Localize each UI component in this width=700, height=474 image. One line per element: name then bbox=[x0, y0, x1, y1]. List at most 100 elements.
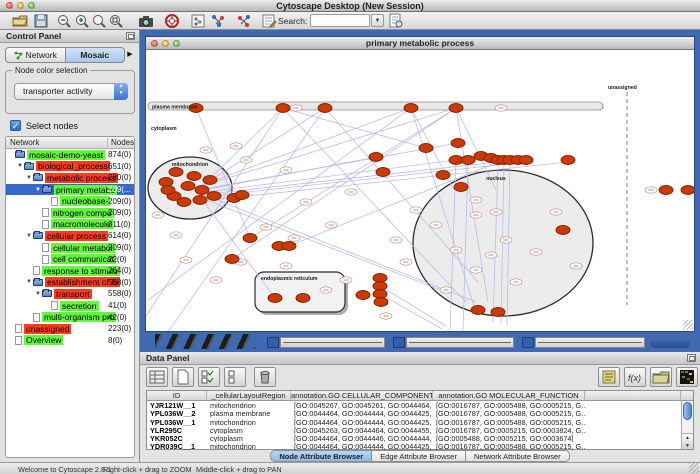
search-dropdown-arrow[interactable]: ▼ bbox=[371, 14, 384, 27]
expand-arrow-icon[interactable]: ▼ bbox=[35, 291, 42, 297]
select-attributes-icon[interactable] bbox=[146, 367, 168, 387]
node-selected[interactable] bbox=[268, 294, 282, 303]
node-selected[interactable] bbox=[374, 298, 388, 307]
node-selected[interactable] bbox=[419, 144, 433, 153]
minimized-window-icon[interactable] bbox=[393, 337, 405, 348]
node-selected[interactable] bbox=[276, 104, 290, 113]
node-selected[interactable] bbox=[436, 171, 450, 180]
tab-scroll-right-icon[interactable]: ▶ bbox=[125, 47, 135, 63]
search-options-icon[interactable] bbox=[388, 13, 404, 29]
table-row-ylr295c[interactable]: YLR295Ccytoplasm[GO:0045263, GO:0044464,… bbox=[147, 426, 693, 434]
node-selected[interactable] bbox=[451, 139, 465, 148]
formula-builder-icon[interactable]: f(x) bbox=[624, 367, 646, 387]
node-selected[interactable] bbox=[318, 104, 332, 113]
help-lifesaver-icon[interactable] bbox=[164, 13, 180, 29]
zoom-in-icon[interactable] bbox=[74, 13, 90, 29]
minimized-window-icon[interactable] bbox=[267, 337, 279, 348]
apply-layout-red-icon[interactable] bbox=[236, 13, 252, 29]
node-selected[interactable] bbox=[161, 186, 175, 195]
tree-row-nitrogen-compo[interactable]: nitrogen compo209(0) bbox=[6, 207, 134, 219]
tree-row-cellular-metabol[interactable]: cellular metabol209(0) bbox=[6, 242, 134, 254]
column-header-annotation-go-molecular-function[interactable]: annotation.GO MOLECULAR_FUNCTION bbox=[433, 391, 585, 400]
node-selected[interactable] bbox=[561, 156, 575, 165]
tree-row-biological-process[interactable]: ▼biological_process651(0) bbox=[6, 161, 134, 173]
minimized-window-titlebar[interactable] bbox=[650, 338, 690, 348]
tree-row-cellular-process[interactable]: ▼cellular process614(0) bbox=[6, 230, 134, 242]
search-input[interactable] bbox=[310, 14, 370, 27]
node-selected[interactable] bbox=[519, 156, 533, 165]
node-selected[interactable] bbox=[556, 226, 570, 235]
node-selected[interactable] bbox=[195, 186, 209, 195]
node-selected[interactable] bbox=[376, 168, 390, 177]
select-nodes-checkbox[interactable]: ✓ bbox=[10, 120, 21, 131]
column-header-id[interactable]: ID bbox=[147, 391, 207, 400]
node-selected[interactable] bbox=[659, 186, 673, 195]
node-selected[interactable] bbox=[449, 104, 463, 113]
tree-row-transport[interactable]: ▼transport558(0) bbox=[6, 288, 134, 300]
tab-mosaic[interactable]: Mosaic bbox=[65, 47, 126, 63]
table-row-ypl036w-1[interactable]: YPL036W__1mitochondrion[GO:0044464, GO:0… bbox=[147, 418, 693, 426]
tree-row-metabolic-process[interactable]: ▼metabolic process280(0) bbox=[6, 172, 134, 184]
minimized-windows-strip[interactable] bbox=[145, 334, 695, 350]
minimized-window-icon[interactable] bbox=[522, 337, 534, 348]
node-selected[interactable] bbox=[235, 191, 249, 200]
node-selected[interactable] bbox=[282, 242, 296, 251]
node-selected[interactable] bbox=[471, 306, 485, 315]
attribute-matrix-icon[interactable] bbox=[676, 367, 698, 387]
node-selected[interactable] bbox=[243, 234, 257, 243]
node-selected[interactable] bbox=[193, 196, 207, 205]
node-selected[interactable] bbox=[207, 192, 221, 201]
tab-network-attribute-browser[interactable]: Network Attribute Browser bbox=[466, 450, 570, 462]
apply-layout-blue-icon[interactable] bbox=[210, 13, 226, 29]
save-session-icon[interactable] bbox=[33, 13, 49, 29]
tree-row-overview[interactable]: Overview8(0) bbox=[6, 335, 134, 347]
expand-arrow-icon[interactable]: ▼ bbox=[26, 175, 33, 181]
node-selected[interactable] bbox=[404, 104, 418, 113]
app-resize-grip[interactable] bbox=[689, 463, 699, 473]
node-selected[interactable] bbox=[181, 182, 195, 191]
window-resize-grip[interactable] bbox=[683, 320, 693, 330]
table-row-ykr052c[interactable]: YKR052Ccytoplasm[GO:0044464, GO:0044446,… bbox=[147, 434, 693, 442]
node-selected[interactable] bbox=[491, 308, 505, 317]
zoom-selected-region-icon[interactable] bbox=[108, 13, 124, 29]
tree-row-mosaic-demo-yeast[interactable]: mosaic-demo-yeast874(0) bbox=[6, 149, 134, 161]
table-scrollbar[interactable]: ▲▼ bbox=[681, 401, 693, 449]
network-graph[interactable]: plasma membranecytoplasmmitochondrionnuc… bbox=[146, 50, 694, 331]
zoom-fit-icon[interactable] bbox=[91, 13, 107, 29]
unselect-all-attributes-icon[interactable] bbox=[224, 367, 246, 387]
minimized-window-bar[interactable] bbox=[280, 337, 385, 348]
node-selected[interactable] bbox=[187, 172, 201, 181]
import-attributes-icon[interactable] bbox=[650, 367, 672, 387]
expand-arrow-icon[interactable]: ▼ bbox=[26, 233, 33, 239]
node-selected[interactable] bbox=[369, 153, 383, 162]
tree-row-primary-metabo[interactable]: ▼primary metabo209(... bbox=[6, 184, 134, 196]
tab-edge-attribute-browser[interactable]: Edge Attribute Browser bbox=[372, 450, 466, 462]
node-selected[interactable] bbox=[454, 183, 468, 192]
tree-row-macromolecule[interactable]: macromolecule311(0) bbox=[6, 219, 134, 231]
tree-row-unassigned[interactable]: unassigned223(0) bbox=[6, 323, 134, 335]
select-all-attributes-icon[interactable] bbox=[198, 367, 220, 387]
table-row-ypl036w-2[interactable]: YPL036W__2plasma membrane[GO:0044464, GO… bbox=[147, 409, 693, 417]
node-selected[interactable] bbox=[681, 186, 694, 195]
zoom-out-icon[interactable] bbox=[56, 13, 72, 29]
tree-col-network[interactable]: Network bbox=[10, 138, 39, 147]
expand-arrow-icon[interactable]: ▼ bbox=[26, 279, 33, 285]
float-panel-icon[interactable] bbox=[126, 32, 135, 40]
network-overview-icon[interactable] bbox=[190, 13, 206, 29]
create-new-attribute-icon[interactable] bbox=[172, 367, 194, 387]
open-session-icon[interactable] bbox=[12, 13, 28, 29]
node-selected[interactable] bbox=[159, 178, 173, 187]
expand-arrow-icon[interactable]: ▼ bbox=[35, 187, 42, 193]
float-data-panel-icon[interactable] bbox=[687, 354, 696, 362]
scrollbar-arrows[interactable]: ▲▼ bbox=[682, 433, 693, 449]
tree-row-multi-organism-pro[interactable]: multi-organism pro42(0) bbox=[6, 311, 134, 323]
scrollbar-thumb[interactable] bbox=[683, 402, 692, 420]
annotation-icon[interactable] bbox=[261, 13, 277, 29]
tree-row-cell-communicat[interactable]: cell communicat22(0) bbox=[6, 253, 134, 265]
column-header-empty[interactable] bbox=[585, 391, 681, 400]
node-selected[interactable] bbox=[169, 168, 183, 177]
tree-row-establishment-of-lo[interactable]: ▼establishment of lo558(0) bbox=[6, 277, 134, 289]
node-selected[interactable] bbox=[177, 198, 191, 207]
node-selected[interactable] bbox=[461, 156, 475, 165]
column-header-cellularlayoutregion[interactable]: _cellularLayoutRegion bbox=[207, 391, 291, 400]
